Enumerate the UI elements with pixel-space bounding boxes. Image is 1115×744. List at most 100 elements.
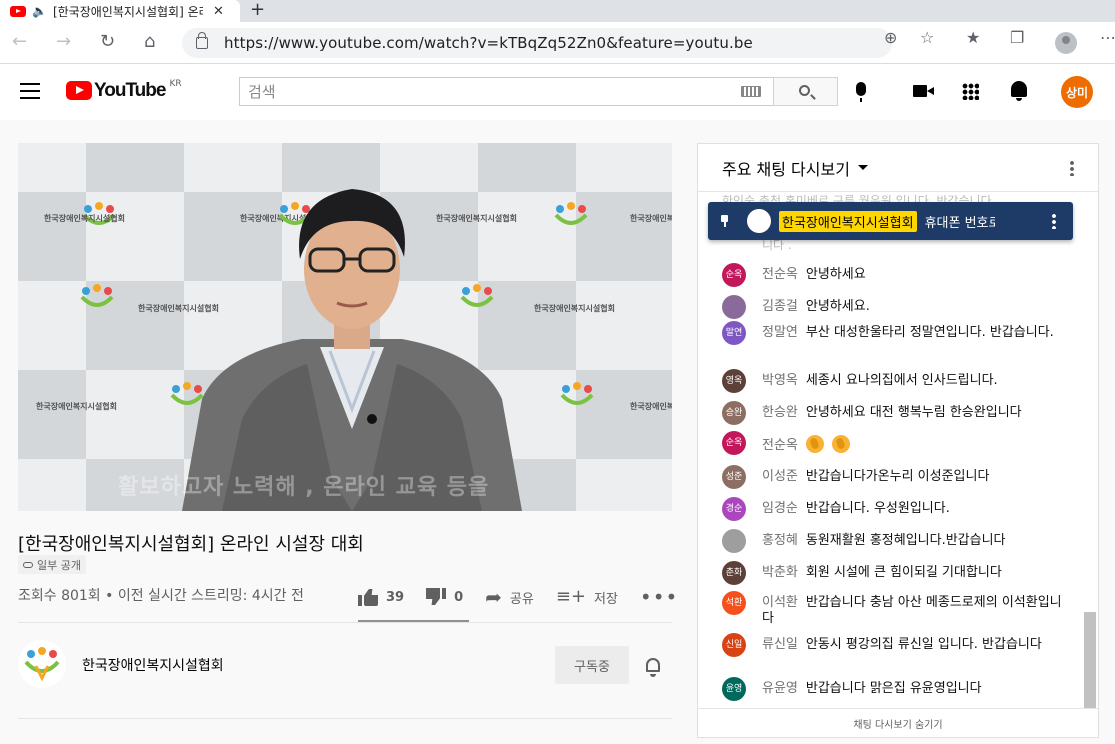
reload-icon[interactable]: ↻ [100,32,115,52]
message-text: 세종시 요나의집에서 인사드립니다. [805,373,998,388]
link-icon [23,561,33,568]
browser-tab[interactable]: 🔈 [한국장애인복지시설협회] 온라인 시설장 대회 ✕ [0,0,240,22]
backdrop-logo-icon [78,283,116,313]
youtube-masthead: YouTube KR 검색 상미 [0,64,1115,120]
video-player[interactable]: 한국장애인복지시설협회 한국장애인복지시설협회 한국장애인복지시설협회 한국장애… [18,143,672,511]
chat-message: 승완 한승완 안녕하세요 대전 행복누림 한승완입니다 [722,401,1067,425]
author-name: 한승완 [762,405,798,420]
chat-message: 성준 이성준 반갑습니다가온누리 이성준입니다 [722,465,1067,489]
like-button[interactable]: 39 [358,588,404,606]
account-avatar[interactable]: 상미 [1061,76,1093,108]
dislike-button[interactable]: 0 [426,588,463,606]
author-avatar: 춘화 [722,561,746,585]
apps-grid-icon[interactable] [962,83,979,100]
pinned-message-text: 휴대폰 번호로 참여해주세요 [924,215,995,231]
browser-tab-bar: 🔈 [한국장애인복지시설협회] 온라인 시설장 대회 ✕ + [0,0,1115,22]
notifications-bell-icon[interactable] [1011,81,1027,101]
search-button[interactable] [773,77,838,106]
message-text: 반갑습니다 충남 아산 메종드로제의 이석환입니다 [762,595,1062,626]
search-icon [799,85,810,96]
address-bar-row: ← → ↻ ⌂ https://www.youtube.com/watch?v=… [0,22,1115,64]
author-name: 박영옥 [762,373,798,388]
notification-bell-icon[interactable] [646,658,660,677]
author-avatar: 석환 [722,591,746,615]
address-input[interactable]: https://www.youtube.com/watch?v=kTBqZq52… [182,28,892,58]
author-avatar: 순옥 [722,431,746,455]
dropdown-caret-icon [857,165,868,170]
browser-menu-icon[interactable]: ⋯ [1100,28,1115,47]
pinned-more-icon[interactable] [1052,213,1056,229]
message-text: 반갑습니다. 우성원입니다. [805,501,950,516]
hide-chat-replay-button[interactable]: 채팅 다시보기 숨기기 [698,708,1098,738]
youtube-wordmark: YouTube [94,80,166,101]
add-shortcut-icon[interactable]: ⊕ [884,28,897,47]
search-input[interactable]: 검색 [239,77,773,106]
clapping-hands-emoji-icon [805,435,824,453]
burned-in-subtitle: 활보하고자 노력해 , 온라인 교육 등을 [118,475,490,500]
microphone-icon[interactable] [856,82,866,102]
dislike-count: 0 [454,589,464,605]
chat-more-icon[interactable] [1070,160,1074,176]
message-text: 안녕하세요. [805,299,870,314]
backdrop-watermark: 한국장애인복지시설협회 [36,402,117,411]
author-avatar: 경순 [722,497,746,521]
author-avatar: 영옥 [722,369,746,393]
chat-message: 윤영 유윤영 반갑습니다 맑은집 유윤영입니다 [722,677,1067,701]
speaker-icon[interactable]: 🔈 [32,4,47,18]
youtube-logo[interactable]: YouTube KR [66,79,182,101]
presenter-figure [182,189,522,511]
visibility-label: 일부 공개 [37,558,81,572]
favorites-list-icon[interactable]: ★ [966,28,980,47]
channel-avatar[interactable] [18,640,66,688]
chat-message: 순옥 전순옥 [722,431,1067,455]
chat-message: 석환 이석환 반갑습니다 충남 아산 메종드로제의 이석환입니다 [722,591,1067,627]
author-name: 전순옥 [762,267,798,282]
channel-logo-icon [24,647,60,682]
back-arrow-icon[interactable]: ← [12,32,27,52]
url-text: https://www.youtube.com/watch?v=kTBqZq52… [224,34,753,52]
backdrop-watermark: 한국장애인복지시설협회 [630,214,672,223]
collections-icon[interactable]: ❐ [1010,28,1024,47]
author-name: 유윤영 [762,681,798,696]
chat-message: 김종걸 안녕하세요. [722,295,1067,319]
home-icon[interactable]: ⌂ [144,32,155,52]
chat-header[interactable]: 주요 채팅 다시보기 [698,144,1098,192]
keyboard-icon[interactable] [741,86,761,97]
close-tab-icon[interactable]: ✕ [213,4,224,19]
lock-icon[interactable] [196,32,208,49]
favorite-star-icon[interactable]: ☆ [920,28,934,47]
author-avatar: 승완 [722,401,746,425]
message-text: 동원재활원 홍정혜입니다.반갑습니다 [805,533,1006,548]
backdrop-watermark: 한국장애인복지시설협회 [534,304,615,313]
more-actions-button[interactable]: ••• [640,587,678,607]
message-text: 안녕하세요 대전 행복누림 한승완입니다 [805,405,1022,420]
like-count: 39 [386,589,405,605]
message-text: 회원 시설에 큰 힘이되길 기대합니다 [805,565,1002,580]
video-title: [한국장애인복지시설협회] 온라인 시설장 대회 [18,534,364,555]
author-name: 임경순 [762,501,798,516]
backdrop-logo-icon [552,201,590,231]
share-arrow-icon: ➦ [485,585,502,609]
backdrop-watermark: 한국장애인복지시설협회 [630,402,672,411]
author-name: 정말연 [762,325,798,340]
new-tab-icon[interactable]: + [250,0,265,20]
subscribed-button[interactable]: 구독중 [555,646,629,684]
chat-message-list[interactable]: 한인숙 충청 홍미베로 구름 월운원 입니다. 반갑습니다 니다 . 한국장애인… [698,192,1098,708]
channel-name[interactable]: 한국장애인복지시설협회 [82,655,224,675]
share-button[interactable]: ➦ 공유 [485,585,534,609]
author-name: 류신일 [762,637,798,652]
menu-icon[interactable] [20,83,40,99]
create-video-icon[interactable] [913,85,934,97]
tab-title: [한국장애인복지시설협회] 온라인 시설장 대회 [52,4,203,19]
chat-scrollbar[interactable] [1084,612,1096,708]
chat-message: 신일 류신일 안동시 평강의집 류신일 입니다. 반갑습니다 [722,633,1067,657]
save-button[interactable]: ≡+ 저장 [556,588,618,607]
author-avatar: 신일 [722,633,746,657]
browser-profile-icon[interactable] [1055,32,1077,54]
pinned-message-banner[interactable]: 한국장애인복지시설협회 휴대폰 번호로 참여해주세요 [708,202,1073,240]
chat-message: 영옥 박영옥 세종시 요나의집에서 인사드립니다. [722,369,1067,393]
author-avatar: 윤영 [722,677,746,701]
youtube-favicon-icon [10,5,26,17]
author-avatar: 순옥 [722,263,746,287]
forward-arrow-icon[interactable]: → [56,32,71,52]
